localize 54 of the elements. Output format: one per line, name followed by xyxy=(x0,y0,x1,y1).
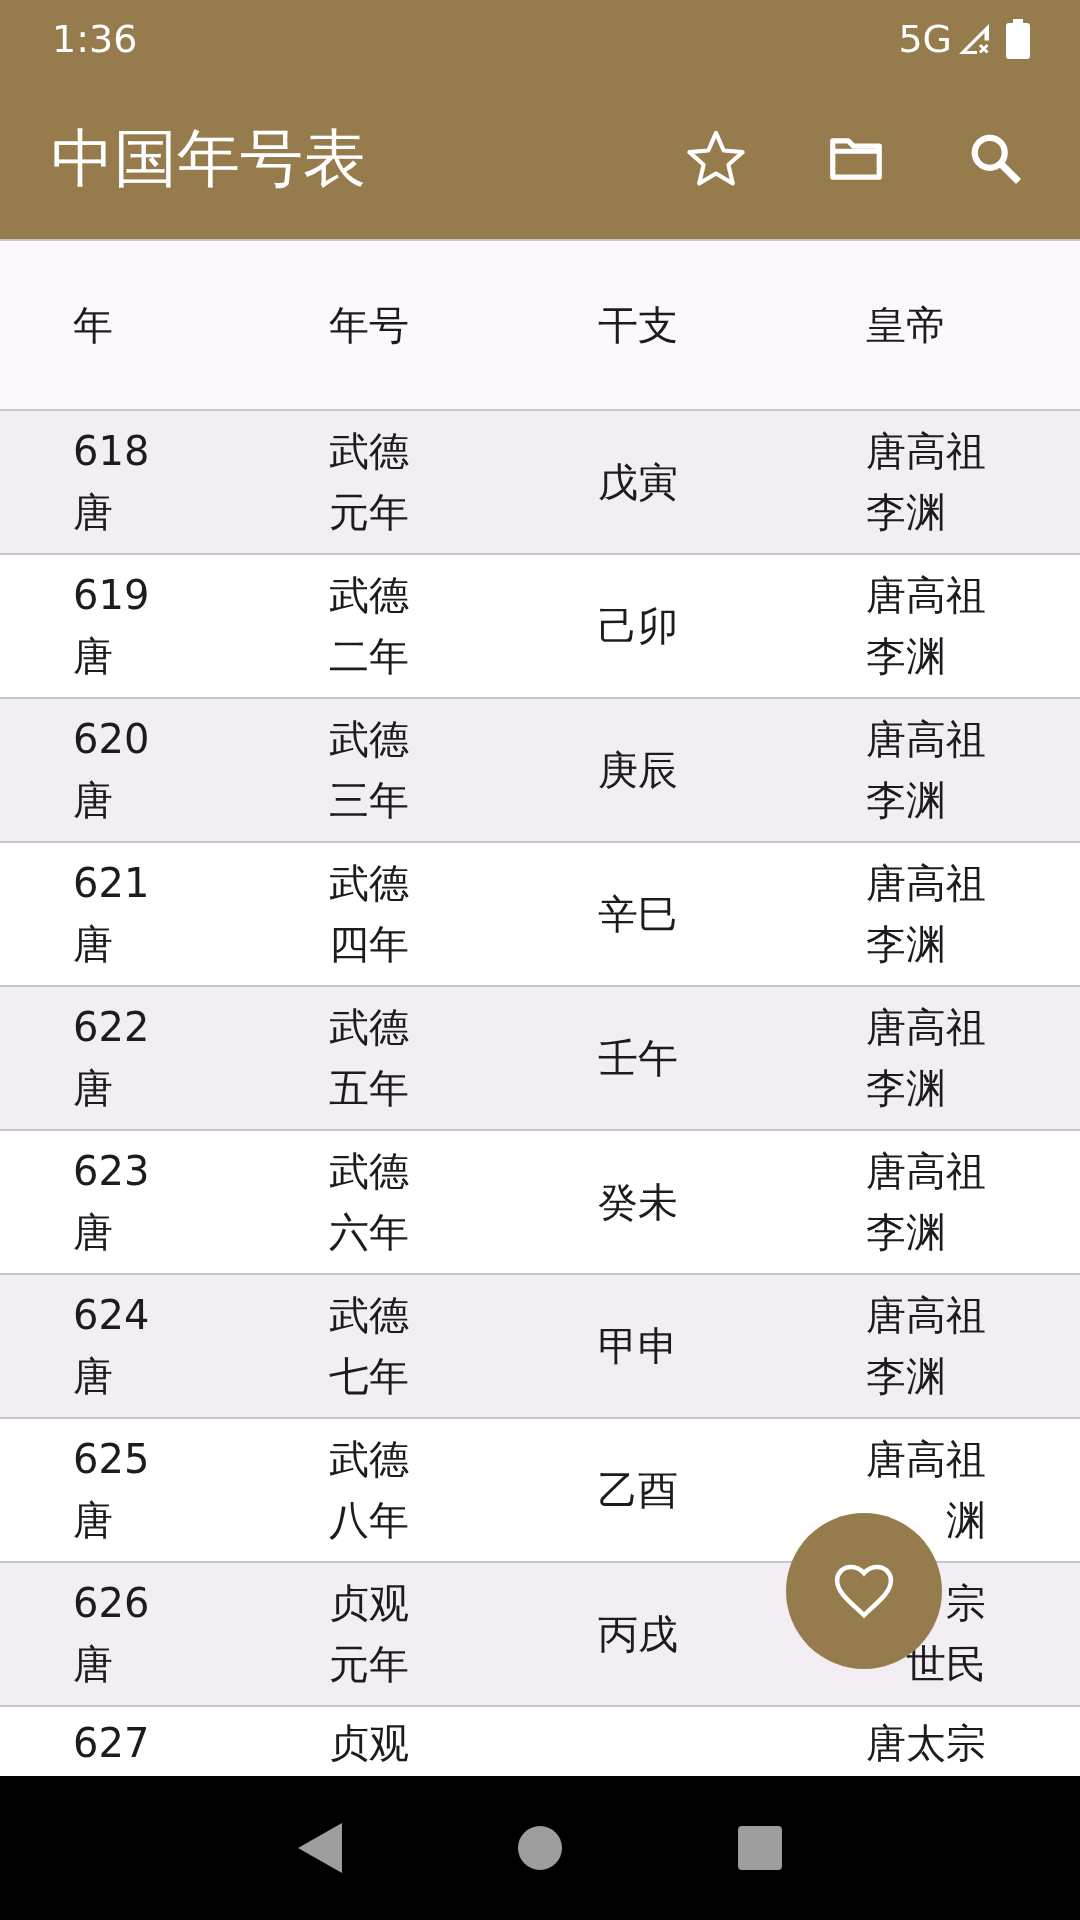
app-title: 中国年号表 xyxy=(51,120,367,197)
era-cell-text: 武德 四年 xyxy=(329,859,410,969)
emperor-cell-text: 唐高祖 李渊 xyxy=(866,427,987,537)
year-cell-text: 625 唐 xyxy=(73,1435,151,1545)
network-label: 5G xyxy=(898,17,952,61)
emperor-cell-text: 唐高祖 李渊 xyxy=(866,715,987,825)
emperor-cell-text: 唐高祖 李渊 xyxy=(866,1291,987,1401)
era-cell-text: 武德 五年 xyxy=(329,1003,410,1113)
column-header: 皇帝 xyxy=(866,300,947,350)
era-cell-text: 武德 八年 xyxy=(329,1435,410,1545)
emperor-cell-text: 唐高祖 李渊 xyxy=(866,571,987,681)
ganzhi-cell-text: 辛巳 xyxy=(598,889,679,939)
year-cell-text: 622 唐 xyxy=(73,1003,151,1113)
year-cell-text: 623 唐 xyxy=(73,1147,151,1257)
table-row[interactable]: 626 唐 贞观 元年 丙戌 宗 世民 xyxy=(0,1561,1080,1705)
emperor-cell-text: 唐太宗 xyxy=(866,1719,987,1768)
emperor-cell-text: 唐高祖 李渊 xyxy=(866,1003,987,1113)
column-header: 干支 xyxy=(598,300,679,350)
era-cell-text: 贞观 元年 xyxy=(329,1579,410,1689)
battery-icon xyxy=(1006,19,1030,59)
year-cell-text: 627 xyxy=(73,1719,151,1768)
era-cell-text: 武德 六年 xyxy=(329,1147,410,1257)
status-time: 1:36 xyxy=(52,17,138,61)
ganzhi-cell-text: 庚辰 xyxy=(598,745,679,795)
table-row[interactable]: 620 唐 武德 三年 庚辰 唐高祖 李渊 xyxy=(0,697,1080,841)
year-cell-text: 620 唐 xyxy=(73,715,151,825)
table-row[interactable]: 618 唐 武德 元年 戊寅 唐高祖 李渊 xyxy=(0,409,1080,553)
era-cell-text: 武德 三年 xyxy=(329,715,410,825)
ganzhi-cell-text: 甲申 xyxy=(598,1321,679,1371)
table-row[interactable]: 622 唐 武德 五年 壬午 唐高祖 李渊 xyxy=(0,985,1080,1129)
home-icon[interactable] xyxy=(518,1826,562,1870)
era-cell-text: 武德 七年 xyxy=(329,1291,410,1401)
column-header: 年号 xyxy=(329,300,410,350)
era-cell-text: 贞观 xyxy=(329,1719,410,1768)
year-cell-text: 624 唐 xyxy=(73,1291,151,1401)
ganzhi-cell-text: 癸未 xyxy=(598,1177,679,1227)
ganzhi-cell-text: 乙酉 xyxy=(598,1465,679,1515)
year-cell-text: 619 唐 xyxy=(73,571,151,681)
ganzhi-cell-text: 壬午 xyxy=(598,1033,679,1083)
ganzhi-cell-text: 戊寅 xyxy=(598,457,679,507)
table-row[interactable]: 624 唐 武德 七年 甲申 唐高祖 李渊 xyxy=(0,1273,1080,1417)
column-header: 年 xyxy=(73,300,114,350)
emperor-cell-text: 宗 世民 xyxy=(905,1579,986,1689)
year-cell-text: 621 唐 xyxy=(73,859,151,969)
era-cell-text: 武德 二年 xyxy=(329,571,410,681)
emperor-cell-text: 唐高祖 李渊 xyxy=(866,859,987,969)
emperor-cell-text: 唐高祖 李渊 xyxy=(866,1147,987,1257)
emperor-cell-text: 唐高祖 渊 xyxy=(866,1435,986,1545)
year-cell-text: 626 唐 xyxy=(73,1579,151,1689)
back-icon[interactable] xyxy=(298,1823,342,1873)
year-cell-text: 618 唐 xyxy=(73,427,151,537)
ganzhi-cell-text: 丙戌 xyxy=(598,1609,679,1659)
era-cell-text: 武德 元年 xyxy=(329,427,410,537)
ganzhi-cell-text: 己卯 xyxy=(598,601,679,651)
